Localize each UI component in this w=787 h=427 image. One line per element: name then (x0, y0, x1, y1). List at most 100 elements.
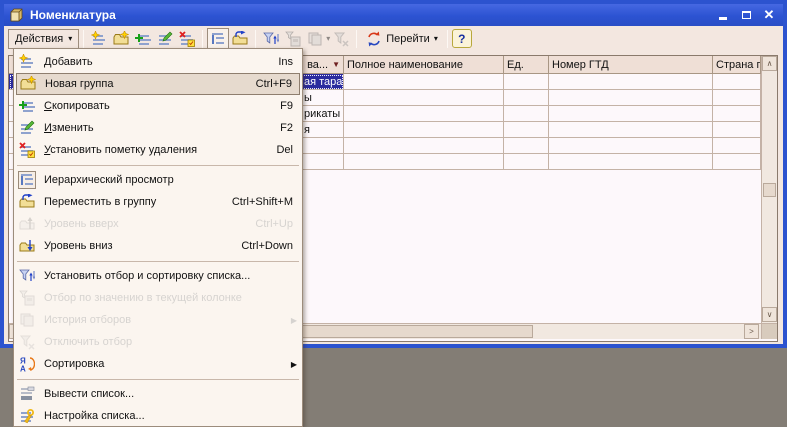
cell-country[interactable] (713, 90, 761, 106)
column-header-label: Номер ГТД (552, 59, 609, 71)
cell-gtd-number[interactable] (549, 122, 713, 138)
toolbar-separator (83, 30, 84, 48)
edit-icon (157, 31, 173, 47)
menu-item-label: Настройка списка... (44, 410, 285, 422)
menu-item-shortcut: F2 (280, 122, 293, 134)
cell-full-name[interactable] (344, 90, 504, 106)
menu-item-add[interactable]: Добавить Ins (14, 51, 302, 73)
column-header-unit[interactable]: Ед. (504, 56, 549, 74)
cell-country[interactable] (713, 154, 761, 170)
vertical-scrollbar[interactable]: ∧ ∨ (761, 56, 777, 323)
cell-gtd-number[interactable] (549, 154, 713, 170)
scroll-right-icon[interactable]: > (744, 324, 759, 339)
cell-full-name[interactable] (344, 138, 504, 154)
delete-mark-button[interactable] (176, 28, 198, 50)
titlebar[interactable]: Номенклатура ✕ (4, 4, 783, 26)
menu-item-copy[interactable]: Скопировать F9 (14, 95, 302, 117)
menu-item-label: История отборов (44, 314, 293, 326)
column-header-full-name[interactable]: Полное наименование (344, 56, 504, 74)
cell-full-name[interactable] (344, 106, 504, 122)
new-group-button[interactable] (110, 28, 132, 50)
close-button[interactable]: ✕ (760, 8, 778, 23)
menu-item-hierarchical-view[interactable]: Иерархический просмотр (14, 169, 302, 191)
cell-full-name[interactable] (344, 154, 504, 170)
menu-separator (14, 375, 302, 383)
menu-item-label: Установить отбор и сортировку списка... (44, 270, 285, 282)
filter-by-value-icon (19, 290, 35, 306)
help-button[interactable]: ? (452, 29, 472, 48)
cell-unit[interactable] (504, 154, 549, 170)
column-header-gtd-number[interactable]: Номер ГТД (549, 56, 713, 74)
cell-country[interactable] (713, 74, 761, 90)
actions-button[interactable]: Действия ▾ (8, 29, 79, 49)
toolbar-separator (447, 30, 448, 48)
filter-history-icon (19, 312, 35, 328)
add-icon (91, 31, 107, 47)
cell-unit[interactable] (504, 138, 549, 154)
menu-item-label: Уровень вверх (44, 218, 247, 230)
vertical-scroll-thumb[interactable] (763, 183, 776, 197)
move-to-group-button[interactable] (229, 28, 251, 50)
cell-country[interactable] (713, 138, 761, 154)
menu-item-label: Отбор по значению в текущей колонке (44, 292, 285, 304)
cell-gtd-number[interactable] (549, 106, 713, 122)
filter-sort-icon (263, 31, 279, 47)
scrollbar-corner (761, 323, 777, 339)
menu-item-delete-mark[interactable]: Установить пометку удаления Del (14, 139, 302, 161)
cell-unit[interactable] (504, 74, 549, 90)
menu-item-edit[interactable]: Изменить F2 (14, 117, 302, 139)
cell-full-name[interactable] (344, 122, 504, 138)
delete-mark-icon (179, 31, 195, 47)
menu-item-shortcut: F9 (280, 100, 293, 112)
filter-sort-button[interactable] (260, 28, 282, 50)
hierarchy-icon (19, 172, 35, 188)
column-header-country[interactable]: Страна п (713, 56, 761, 74)
menu-item-filter-by-value: Отбор по значению в текущей колонке (14, 287, 302, 309)
add-button[interactable] (88, 28, 110, 50)
scroll-down-icon[interactable]: ∨ (762, 307, 777, 322)
menu-item-level-up: Уровень вверх Ctrl+Up (14, 213, 302, 235)
cell-unit[interactable] (504, 90, 549, 106)
column-header-label: Ед. (507, 59, 524, 71)
chevron-down-icon: ▾ (434, 35, 438, 43)
column-header-label: Страна п (716, 59, 761, 71)
menu-item-move-to-group[interactable]: Переместить в группу Ctrl+Shift+M (14, 191, 302, 213)
menu-item-label: Добавить (44, 56, 270, 68)
cell-full-name[interactable] (344, 74, 504, 90)
scroll-up-icon[interactable]: ∧ (762, 56, 777, 71)
menu-item-shortcut: Ins (278, 56, 293, 68)
cell-country[interactable] (713, 106, 761, 122)
menu-item-level-down[interactable]: Уровень вниз Ctrl+Down (14, 235, 302, 257)
column-header-label: ва... (307, 59, 328, 71)
output-list-icon (19, 386, 35, 402)
hierarchical-view-toggle[interactable] (207, 28, 229, 50)
menu-item-sort[interactable]: Сортировка ▶ (14, 353, 302, 375)
cell-country[interactable] (713, 122, 761, 138)
cell-unit[interactable] (504, 122, 549, 138)
cell-gtd-number[interactable] (549, 90, 713, 106)
minimize-button[interactable] (714, 8, 732, 23)
cell-gtd-number[interactable] (549, 74, 713, 90)
edit-button[interactable] (154, 28, 176, 50)
move-to-group-icon (19, 194, 35, 210)
delete-mark-icon (19, 142, 35, 158)
maximize-button[interactable] (737, 8, 755, 23)
disable-filter-icon (19, 334, 35, 350)
menu-item-set-filter-sort[interactable]: Установить отбор и сортировку списка... (14, 265, 302, 287)
goto-button[interactable]: Перейти ▾ (361, 29, 443, 49)
cell-gtd-number[interactable] (549, 138, 713, 154)
menu-item-new-group[interactable]: Новая группа Ctrl+F9 (16, 73, 300, 95)
menu-item-label: Скопировать (44, 100, 272, 112)
toolbar-separator (255, 30, 256, 48)
level-up-icon (19, 216, 35, 232)
menu-item-output-list[interactable]: Вывести список... (14, 383, 302, 405)
menu-separator (14, 161, 302, 169)
filter-history-button (304, 28, 326, 50)
menu-item-label: Изменить (44, 122, 272, 134)
menu-separator (14, 257, 302, 265)
menu-item-label: Новая группа (45, 78, 248, 90)
menu-item-list-settings[interactable]: Настройка списка... (14, 405, 302, 427)
menu-item-shortcut: Ctrl+Shift+M (232, 196, 293, 208)
cell-unit[interactable] (504, 106, 549, 122)
copy-button[interactable] (132, 28, 154, 50)
